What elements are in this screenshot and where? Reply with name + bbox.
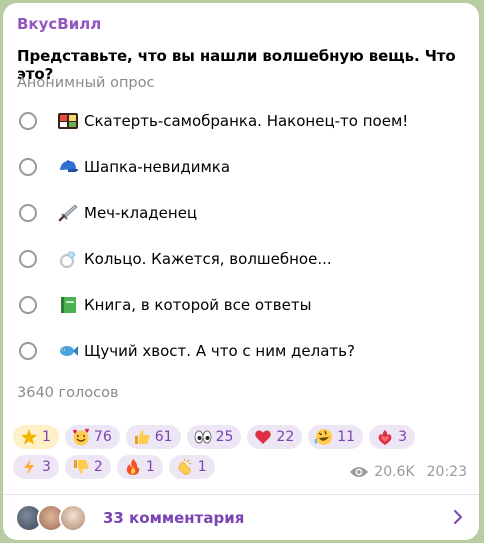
radio-button[interactable]: [19, 342, 37, 360]
reaction-pill-rolling-laughing[interactable]: 11: [308, 425, 364, 449]
message-meta: 20.6K 20:23: [349, 464, 467, 480]
fish-icon: [56, 341, 80, 361]
radio-button[interactable]: [19, 204, 37, 222]
votes-count: 3640 голосов: [17, 385, 119, 401]
smiling-face-with-hearts-icon: [71, 427, 91, 447]
red-heart-icon: [253, 427, 273, 447]
poll-message-card: ВкусВилл Представьте, что вы нашли волше…: [3, 3, 479, 540]
rolling-laughing-icon: [314, 427, 334, 447]
channel-name[interactable]: ВкусВилл: [17, 15, 101, 33]
reaction-count: 2: [93, 459, 103, 475]
message-time: 20:23: [426, 464, 467, 480]
reaction-count: 76: [93, 429, 112, 445]
comments-button[interactable]: 33 комментария: [3, 495, 479, 540]
chevron-right-icon: [453, 509, 463, 529]
option-text: Скатерть-самобранка. Наконец-то поем!: [84, 112, 409, 130]
reaction-pill-thumbs-down[interactable]: 2: [64, 455, 111, 479]
heart-on-fire-icon: [375, 427, 395, 447]
reaction-pill-smiling-hearts[interactable]: 76: [64, 425, 120, 449]
radio-button[interactable]: [19, 296, 37, 314]
reaction-pill-thumbs-up[interactable]: 61: [125, 425, 181, 449]
poll-option[interactable]: Скатерть-самобранка. Наконец-то поем!: [17, 104, 467, 138]
radio-button[interactable]: [19, 250, 37, 268]
eyes-icon: [193, 427, 213, 447]
views-count: 20.6K: [374, 464, 415, 480]
poll-option[interactable]: Щучий хвост. А что с ним делать?: [17, 334, 467, 368]
clapping-hands-icon: [175, 457, 195, 477]
reaction-count: 1: [145, 459, 155, 475]
green-book-icon: [56, 295, 80, 315]
lightning-icon: [19, 457, 39, 477]
poll-option[interactable]: Меч-кладенец: [17, 196, 467, 230]
reaction-pill-clapping[interactable]: 1: [168, 455, 215, 479]
reaction-pill-red-heart[interactable]: 22: [247, 425, 303, 449]
poll-option[interactable]: Кольцо. Кажется, волшебное...: [17, 242, 467, 276]
dagger-icon: [56, 203, 80, 223]
reaction-pill-star[interactable]: 1: [13, 425, 59, 449]
comments-label: 33 комментария: [103, 508, 245, 527]
radio-button[interactable]: [19, 158, 37, 176]
reaction-pill-fire[interactable]: 1: [116, 455, 163, 479]
reaction-count: 25: [215, 429, 234, 445]
poll-type-label: Анонимный опрос: [17, 75, 155, 91]
reaction-pill-heart-on-fire[interactable]: 3: [369, 425, 415, 449]
option-text: Щучий хвост. А что с ним делать?: [84, 342, 355, 360]
reaction-count: 11: [337, 429, 356, 445]
poll-option[interactable]: Книга, в которой все ответы: [17, 288, 467, 322]
reaction-pill-lightning[interactable]: 3: [13, 455, 59, 479]
reaction-count: 22: [276, 429, 295, 445]
option-text: Книга, в которой все ответы: [84, 296, 312, 314]
poll-option[interactable]: Шапка-невидимка: [17, 150, 467, 184]
commenter-avatars: [15, 503, 87, 532]
ring-icon: [56, 249, 80, 269]
star-icon: [19, 427, 39, 447]
avatar: [59, 503, 87, 532]
radio-button[interactable]: [19, 112, 37, 130]
reaction-count: 3: [398, 429, 407, 445]
reaction-count: 1: [42, 429, 51, 445]
eye-icon: [349, 465, 369, 479]
option-text: Меч-кладенец: [84, 204, 198, 222]
reaction-count: 61: [154, 429, 173, 445]
option-text: Кольцо. Кажется, волшебное...: [84, 250, 332, 268]
reaction-pill-eyes[interactable]: 25: [186, 425, 242, 449]
blue-cap-icon: [56, 157, 80, 177]
option-text: Шапка-невидимка: [84, 158, 231, 176]
reaction-count: 1: [197, 459, 207, 475]
reaction-count: 3: [42, 459, 51, 475]
thumbs-up-icon: [132, 427, 152, 447]
fire-icon: [123, 457, 143, 477]
bento-box-icon: [56, 111, 80, 131]
thumbs-down-icon: [71, 457, 91, 477]
